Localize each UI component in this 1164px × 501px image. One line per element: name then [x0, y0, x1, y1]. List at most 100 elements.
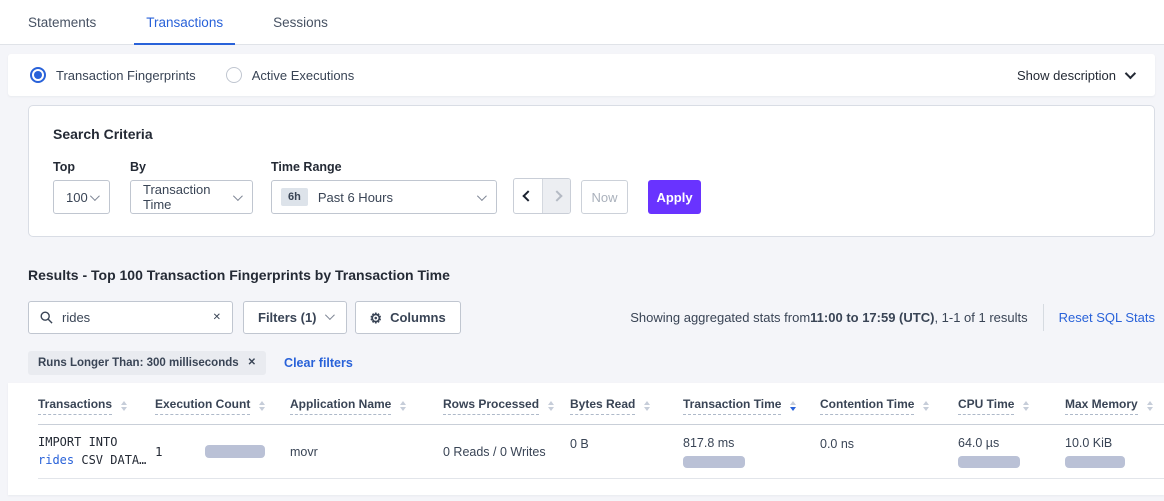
- time-prev-button[interactable]: [514, 179, 542, 213]
- time-range-select[interactable]: 6h Past 6 Hours: [271, 180, 497, 214]
- chevron-down-icon: [477, 191, 487, 201]
- query-rest: CSV DATA…: [74, 453, 146, 467]
- tab-transactions[interactable]: Transactions: [134, 0, 235, 44]
- top-label: Top: [53, 160, 110, 174]
- apply-button[interactable]: Apply: [648, 180, 701, 214]
- stats-summary: Showing aggregated stats from 11:00 to 1…: [630, 310, 1027, 325]
- cell-application-name: movr: [290, 445, 443, 459]
- time-range-value: Past 6 Hours: [318, 190, 393, 205]
- time-nav-group: [513, 178, 571, 214]
- table-row: IMPORT INTO rides CSV DATA… 1 movr 0 Rea…: [38, 425, 1164, 479]
- chevron-down-icon: [233, 191, 243, 201]
- top-control: Top 100: [53, 160, 110, 214]
- sort-icon: [1023, 401, 1029, 411]
- clear-filters-link[interactable]: Clear filters: [284, 356, 353, 370]
- search-value: rides: [62, 310, 204, 325]
- show-description-label: Show description: [1017, 68, 1116, 83]
- cpu-time-bar: [958, 456, 1020, 468]
- time-range-control: Time Range 6h Past 6 Hours: [271, 160, 497, 214]
- sort-icon: [1147, 401, 1153, 411]
- query-line-2: rides CSV DATA…: [38, 452, 155, 470]
- chevron-down-icon: [1125, 68, 1136, 79]
- chevron-down-icon: [324, 310, 334, 320]
- search-criteria-title: Search Criteria: [53, 126, 1130, 142]
- show-description-toggle[interactable]: Show description: [1017, 68, 1133, 83]
- query-line-1: IMPORT INTO: [38, 434, 155, 452]
- top-select[interactable]: 100: [53, 180, 110, 214]
- cell-cpu-time: 64.0 µs: [958, 436, 1065, 468]
- chevron-right-icon: [551, 190, 562, 201]
- column-header-transaction-time[interactable]: Transaction Time: [683, 397, 820, 415]
- tab-statements[interactable]: Statements: [16, 0, 108, 44]
- radio-transaction-fingerprints[interactable]: Transaction Fingerprints: [30, 67, 196, 83]
- table-header-row: Transactions Execution Count Application…: [38, 397, 1164, 425]
- tab-sessions[interactable]: Sessions: [261, 0, 340, 44]
- column-header-contention-time[interactable]: Contention Time: [820, 397, 958, 415]
- sort-icon: [259, 401, 265, 411]
- active-filters-row: Runs Longer Than: 300 milliseconds ✕ Cle…: [28, 351, 1155, 375]
- sort-icon: [121, 401, 127, 411]
- time-range-badge: 6h: [281, 188, 308, 206]
- cell-contention-time: 0.0 ns: [820, 431, 958, 451]
- stats-prefix: Showing aggregated stats from: [630, 310, 810, 325]
- divider: [1043, 304, 1044, 331]
- filters-button[interactable]: Filters (1): [243, 301, 347, 334]
- reset-sql-stats-link[interactable]: Reset SQL Stats: [1059, 310, 1155, 325]
- column-header-application-name[interactable]: Application Name: [290, 397, 443, 415]
- view-toggle-panel: Transaction Fingerprints Active Executio…: [8, 54, 1155, 96]
- by-control: By Transaction Time: [130, 160, 253, 214]
- execution-count-bar: [205, 445, 265, 458]
- chevron-down-icon: [90, 191, 100, 201]
- sort-icon: [923, 401, 929, 411]
- cell-transaction-time: 817.8 ms: [683, 436, 820, 468]
- columns-label: Columns: [390, 310, 446, 325]
- search-input[interactable]: rides ✕: [28, 301, 233, 334]
- time-range-label: Time Range: [271, 160, 497, 174]
- time-next-button[interactable]: [542, 179, 570, 213]
- column-header-rows-processed[interactable]: Rows Processed: [443, 397, 570, 415]
- cell-bytes-read: 0 B: [570, 431, 683, 451]
- sort-icon-active-desc: [790, 401, 796, 411]
- sort-icon: [548, 401, 554, 411]
- cell-max-memory: 10.0 KiB: [1065, 436, 1164, 468]
- cell-execution-count: 1: [155, 444, 290, 459]
- search-icon: [40, 311, 53, 324]
- max-memory-bar: [1065, 456, 1125, 468]
- results-toolbar: rides ✕ Filters (1) ⚙ Columns Showing ag…: [28, 301, 1155, 334]
- filter-chip: Runs Longer Than: 300 milliseconds ✕: [28, 351, 266, 375]
- sort-icon: [400, 401, 406, 411]
- radio-unselected-icon: [226, 67, 242, 83]
- by-label: By: [130, 160, 253, 174]
- filter-chip-label: Runs Longer Than: 300 milliseconds: [38, 357, 239, 369]
- column-header-max-memory[interactable]: Max Memory: [1065, 397, 1164, 415]
- columns-button[interactable]: ⚙ Columns: [355, 301, 461, 334]
- radio-label: Transaction Fingerprints: [56, 68, 196, 83]
- search-clear-icon[interactable]: ✕: [213, 313, 221, 323]
- now-button[interactable]: Now: [581, 180, 628, 214]
- transaction-time-bar: [683, 456, 745, 468]
- top-value: 100: [66, 190, 88, 205]
- column-header-cpu-time[interactable]: CPU Time: [958, 397, 1065, 415]
- cell-rows-processed: 0 Reads / 0 Writes: [443, 445, 570, 459]
- query-highlight: rides: [38, 453, 74, 467]
- filters-label: Filters (1): [258, 310, 317, 325]
- by-select[interactable]: Transaction Time: [130, 180, 253, 214]
- radio-selected-icon: [30, 67, 46, 83]
- chevron-left-icon: [522, 190, 533, 201]
- column-header-execution-count[interactable]: Execution Count: [155, 397, 290, 415]
- stats-range: 11:00 to 17:59 (UTC): [810, 310, 934, 325]
- filter-chip-close-icon[interactable]: ✕: [248, 358, 256, 368]
- results-heading: Results - Top 100 Transaction Fingerprin…: [28, 267, 1155, 283]
- by-value: Transaction Time: [143, 182, 233, 212]
- radio-active-executions[interactable]: Active Executions: [226, 67, 355, 83]
- sort-icon: [644, 401, 650, 411]
- column-header-transactions[interactable]: Transactions: [38, 397, 155, 415]
- search-criteria-panel: Search Criteria Top 100 By Transaction T…: [28, 105, 1155, 237]
- gear-icon: ⚙: [370, 311, 383, 325]
- stats-suffix: , 1-1 of 1 results: [934, 310, 1027, 325]
- results-table: Transactions Execution Count Application…: [8, 383, 1164, 495]
- radio-label: Active Executions: [252, 68, 355, 83]
- transaction-fingerprint-link[interactable]: IMPORT INTO rides CSV DATA…: [38, 434, 155, 469]
- column-header-bytes-read[interactable]: Bytes Read: [570, 397, 683, 415]
- page-tabs: Statements Transactions Sessions: [0, 0, 1164, 45]
